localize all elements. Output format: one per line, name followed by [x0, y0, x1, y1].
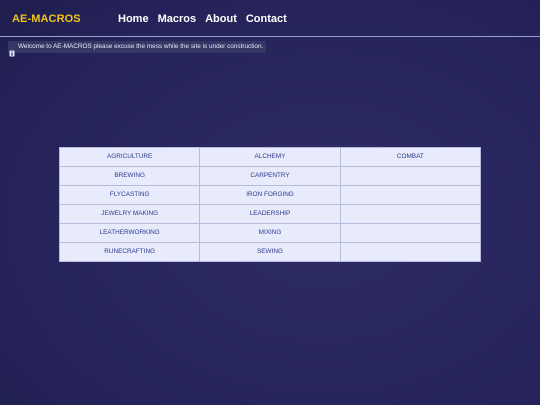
nav-link-contact[interactable]: Contact [246, 13, 287, 26]
table-row: LEATHERWORKING MIXING [58, 223, 482, 243]
macro-link-runecrafting[interactable]: RUNECRAFTING [58, 242, 201, 262]
table-row: AGRICULTURE ALCHEMY COMBAT [58, 147, 482, 167]
macro-link-alchemy[interactable]: ALCHEMY [199, 147, 341, 167]
empty-cell [339, 223, 482, 243]
macro-link-carpentry[interactable]: CARPENTRY [199, 166, 341, 186]
macro-link-agriculture[interactable]: AGRICULTURE [58, 147, 201, 167]
macro-link-leadership[interactable]: LEADERSHIP [199, 204, 341, 224]
nav-link-about[interactable]: About [205, 13, 237, 26]
construction-notice: Welcome to AE-MACROS please excuse the m… [8, 41, 267, 56]
nav-links: Home Macros About Contact [118, 13, 287, 26]
macro-link-combat[interactable]: COMBAT [339, 147, 482, 167]
macro-link-leatherworking[interactable]: LEATHERWORKING [58, 223, 201, 243]
macro-link-flycasting[interactable]: FLYCASTING [58, 185, 201, 205]
macro-link-brewing[interactable]: BREWING [58, 166, 201, 186]
table-row: FLYCASTING IRON FORGING [58, 185, 482, 205]
macro-link-jewelry-making[interactable]: JEWELRY MAKING [58, 204, 201, 224]
macro-link-iron-forging[interactable]: IRON FORGING [199, 185, 341, 205]
empty-cell [339, 185, 482, 205]
nav-link-macros[interactable]: Macros [158, 13, 197, 26]
notice-text: Welcome to AE-MACROS please excuse the m… [18, 43, 264, 50]
table-row: BREWING CARPENTRY [58, 166, 482, 186]
table-row: RUNECRAFTING SEWING [58, 242, 482, 262]
macro-link-mixing[interactable]: MIXING [199, 223, 341, 243]
empty-cell [339, 204, 482, 224]
nav-link-home[interactable]: Home [118, 13, 149, 26]
empty-cell [339, 242, 482, 262]
info-icon [9, 44, 15, 56]
table-row: JEWELRY MAKING LEADERSHIP [58, 204, 482, 224]
site-logo[interactable]: AE-MACROS [12, 13, 81, 26]
empty-cell [339, 166, 482, 186]
macro-categories-table: AGRICULTURE ALCHEMY COMBAT BREWING CARPE… [58, 147, 482, 262]
macro-link-sewing[interactable]: SEWING [199, 242, 341, 262]
top-navbar: AE-MACROS Home Macros About Contact [0, 0, 540, 37]
